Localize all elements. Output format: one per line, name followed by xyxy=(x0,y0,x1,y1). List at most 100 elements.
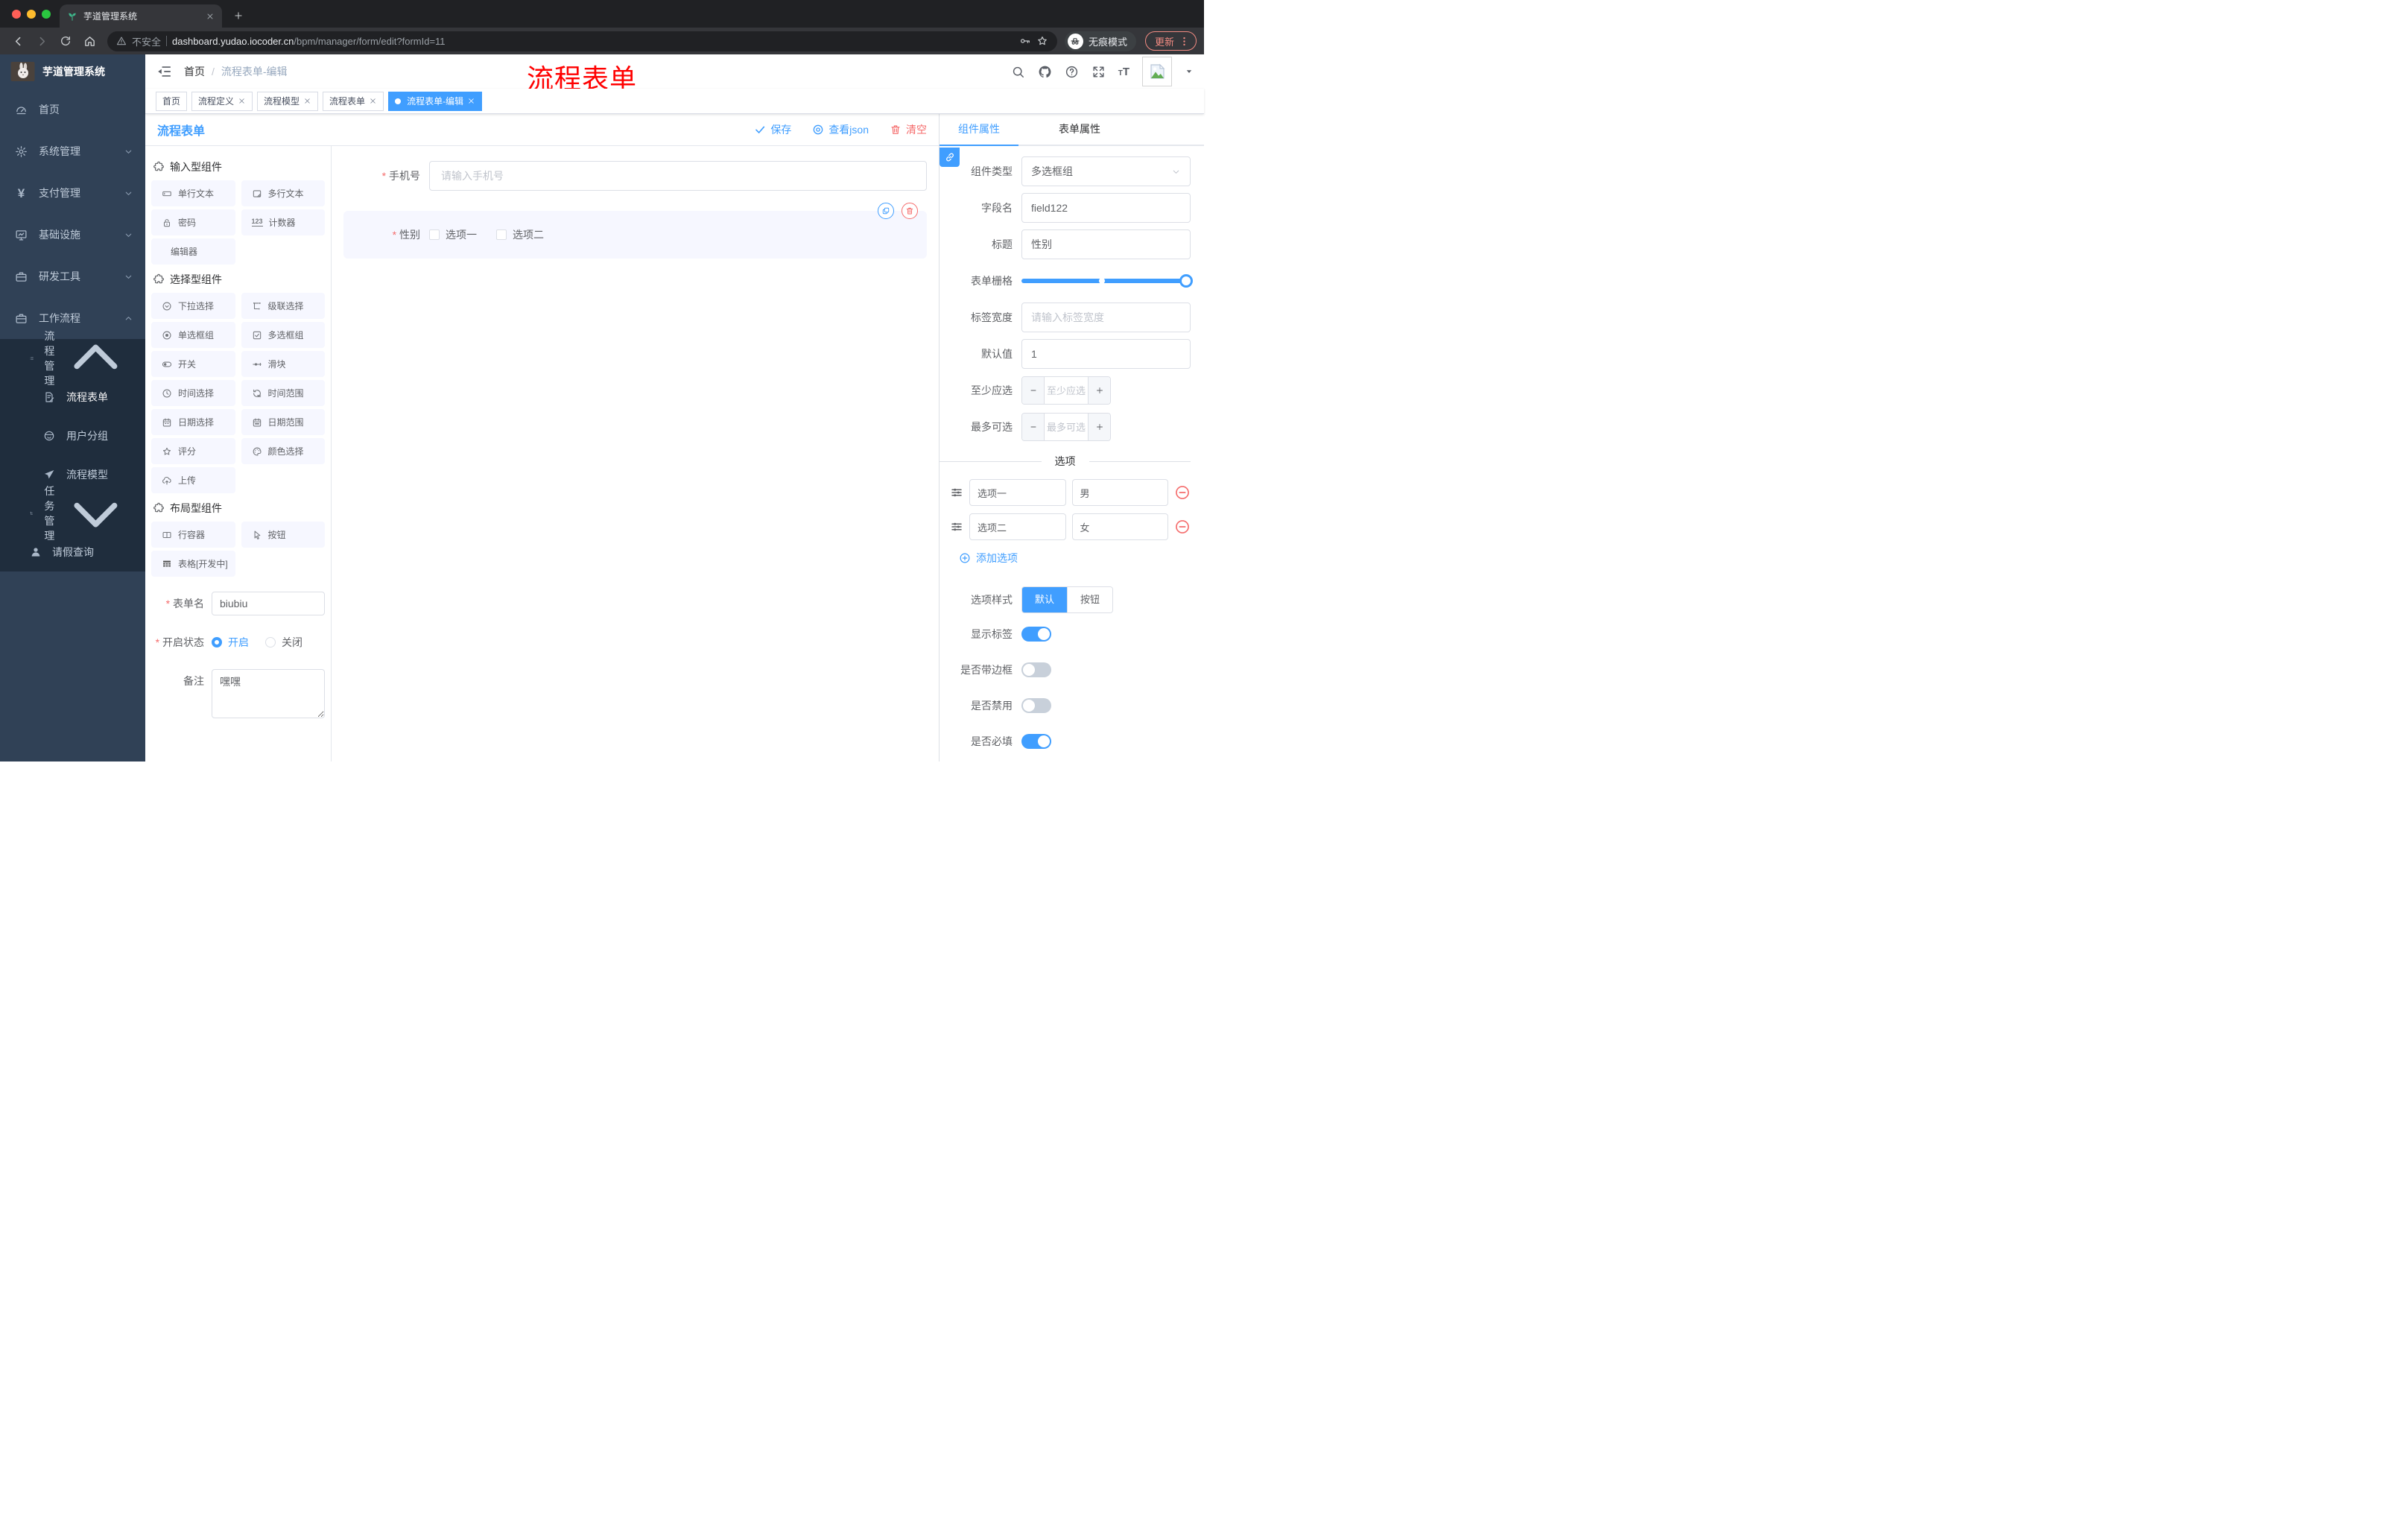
decrease-button[interactable] xyxy=(1022,414,1045,440)
palette-item-button[interactable]: 按钮 xyxy=(241,522,325,548)
palette-item-cascader[interactable]: 级联选择 xyxy=(241,293,325,319)
canvas-field-gender-selected[interactable]: 性别 选项一 选项二 xyxy=(343,203,927,259)
tag-process-form-edit[interactable]: 流程表单-编辑 xyxy=(388,91,483,111)
remove-option-icon[interactable] xyxy=(1174,484,1191,501)
status-off-radio[interactable] xyxy=(265,637,276,647)
add-option-button[interactable]: 添加选项 xyxy=(959,551,1191,566)
form-grid-slider[interactable] xyxy=(1021,274,1193,288)
option-style-default[interactable]: 默认 xyxy=(1022,587,1068,612)
palette-item-single-text[interactable]: 单行文本 xyxy=(151,180,235,206)
option-value-input[interactable] xyxy=(1071,479,1168,506)
palette-item-time[interactable]: 时间选择 xyxy=(151,380,235,406)
gender-option2-label[interactable]: 选项二 xyxy=(513,227,544,242)
close-window-button[interactable] xyxy=(12,10,21,19)
tag-process-model[interactable]: 流程模型 xyxy=(257,91,319,111)
gender-option1-checkbox[interactable] xyxy=(429,229,440,240)
minimize-window-button[interactable] xyxy=(27,10,36,19)
browser-tab[interactable]: 芋道管理系统 xyxy=(60,4,222,28)
breadcrumb-home[interactable]: 首页 xyxy=(184,64,205,79)
copy-component-button[interactable] xyxy=(878,203,894,219)
fullscreen-icon[interactable] xyxy=(1091,65,1106,79)
palette-item-slider[interactable]: 滑块 xyxy=(241,351,325,377)
status-on-radio[interactable] xyxy=(212,637,222,647)
home-button[interactable] xyxy=(79,31,100,51)
border-toggle[interactable] xyxy=(1021,662,1051,677)
decrease-button[interactable] xyxy=(1022,377,1045,404)
close-tab-icon[interactable] xyxy=(206,12,215,21)
palette-item-date[interactable]: 日期选择 xyxy=(151,409,235,435)
gender-option1-label[interactable]: 选项一 xyxy=(446,227,477,242)
help-icon[interactable] xyxy=(1065,65,1079,79)
sidebar-item-task-mgmt[interactable]: 任务管理 xyxy=(0,485,145,542)
browser-update-button[interactable]: 更新 xyxy=(1144,31,1197,51)
forward-button[interactable] xyxy=(31,31,52,51)
min-select-input[interactable] xyxy=(1045,377,1088,404)
sidebar-item-devtools[interactable]: 研发工具 xyxy=(0,256,145,297)
tab-component-props[interactable]: 组件属性 xyxy=(940,114,1018,145)
palette-item-color[interactable]: 颜色选择 xyxy=(241,438,325,464)
max-select-input[interactable] xyxy=(1045,414,1088,440)
field-name-input[interactable] xyxy=(1021,193,1191,223)
sidebar-item-user-group[interactable]: 用户分组 xyxy=(0,417,145,455)
data-binding-drawer-toggle[interactable] xyxy=(940,148,960,167)
palette-item-password[interactable]: 密码 xyxy=(151,209,235,235)
option-label-input[interactable] xyxy=(969,513,1066,540)
canvas-field-phone[interactable]: 手机号 请输入手机号 xyxy=(343,161,927,191)
increase-button[interactable] xyxy=(1088,414,1110,440)
title-input[interactable] xyxy=(1021,229,1191,259)
show-label-toggle[interactable] xyxy=(1021,627,1051,642)
sidebar-item-payment[interactable]: ¥ 支付管理 xyxy=(0,172,145,214)
form-name-input[interactable] xyxy=(212,592,325,615)
close-icon[interactable] xyxy=(238,97,246,105)
palette-item-multi-text[interactable]: 多行文本 xyxy=(241,180,325,206)
palette-item-table[interactable]: 表格[开发中] xyxy=(151,551,235,577)
palette-item-date-range[interactable]: 日期范围 xyxy=(241,409,325,435)
option-value-input[interactable] xyxy=(1071,513,1168,540)
palette-item-select[interactable]: 下拉选择 xyxy=(151,293,235,319)
sidebar-item-infra[interactable]: 基础设施 xyxy=(0,214,145,256)
caret-down-icon[interactable] xyxy=(1185,67,1194,76)
form-canvas[interactable]: 手机号 请输入手机号 性别 选项一 选项二 xyxy=(332,146,939,762)
palette-item-row-container[interactable]: 行容器 xyxy=(151,522,235,548)
gender-option2-checkbox[interactable] xyxy=(496,229,507,240)
bookmark-star-icon[interactable] xyxy=(1036,35,1048,47)
palette-item-checkbox-group[interactable]: 多选框组 xyxy=(241,322,325,348)
new-tab-button[interactable] xyxy=(228,5,249,26)
palette-item-counter[interactable]: 123 计数器 xyxy=(241,209,325,235)
clear-button[interactable]: 清空 xyxy=(890,122,927,137)
sidebar-collapse-icon[interactable] xyxy=(156,63,172,80)
slider-handle[interactable] xyxy=(1179,274,1193,288)
close-icon[interactable] xyxy=(467,97,475,105)
label-width-input[interactable] xyxy=(1021,303,1191,332)
reload-button[interactable] xyxy=(55,31,76,51)
palette-item-time-range[interactable]: 时间范围 xyxy=(241,380,325,406)
zoom-window-button[interactable] xyxy=(42,10,51,19)
sidebar-item-process-mgmt[interactable]: 流程管理 xyxy=(0,330,145,387)
back-button[interactable] xyxy=(7,31,28,51)
option-label-input[interactable] xyxy=(969,479,1066,506)
tag-process-form[interactable]: 流程表单 xyxy=(323,91,384,111)
sidebar-item-system[interactable]: 系统管理 xyxy=(0,130,145,172)
palette-item-rate[interactable]: 评分 xyxy=(151,438,235,464)
status-on-label[interactable]: 开启 xyxy=(228,635,249,650)
drag-handle-icon[interactable] xyxy=(950,486,963,499)
disabled-toggle[interactable] xyxy=(1021,698,1051,713)
search-icon[interactable] xyxy=(1011,65,1025,79)
palette-item-upload[interactable]: 上传 xyxy=(151,467,235,493)
save-button[interactable]: 保存 xyxy=(754,122,791,137)
palette-item-switch[interactable]: 开关 xyxy=(151,351,235,377)
tag-home[interactable]: 首页 xyxy=(156,91,188,111)
remove-option-icon[interactable] xyxy=(1174,519,1191,535)
browser-menu-icon[interactable] xyxy=(1179,36,1190,47)
option-style-button[interactable]: 按钮 xyxy=(1067,587,1113,612)
default-value-input[interactable] xyxy=(1021,339,1191,369)
github-icon[interactable] xyxy=(1038,65,1052,79)
palette-item-editor[interactable]: 编辑器 xyxy=(151,238,235,265)
close-icon[interactable] xyxy=(303,97,311,105)
avatar[interactable] xyxy=(1142,57,1172,86)
drag-handle-icon[interactable] xyxy=(950,520,963,533)
tag-process-definition[interactable]: 流程定义 xyxy=(191,91,253,111)
tab-form-props[interactable]: 表单属性 xyxy=(1040,114,1119,145)
required-toggle[interactable] xyxy=(1021,734,1051,749)
delete-component-button[interactable] xyxy=(902,203,918,219)
